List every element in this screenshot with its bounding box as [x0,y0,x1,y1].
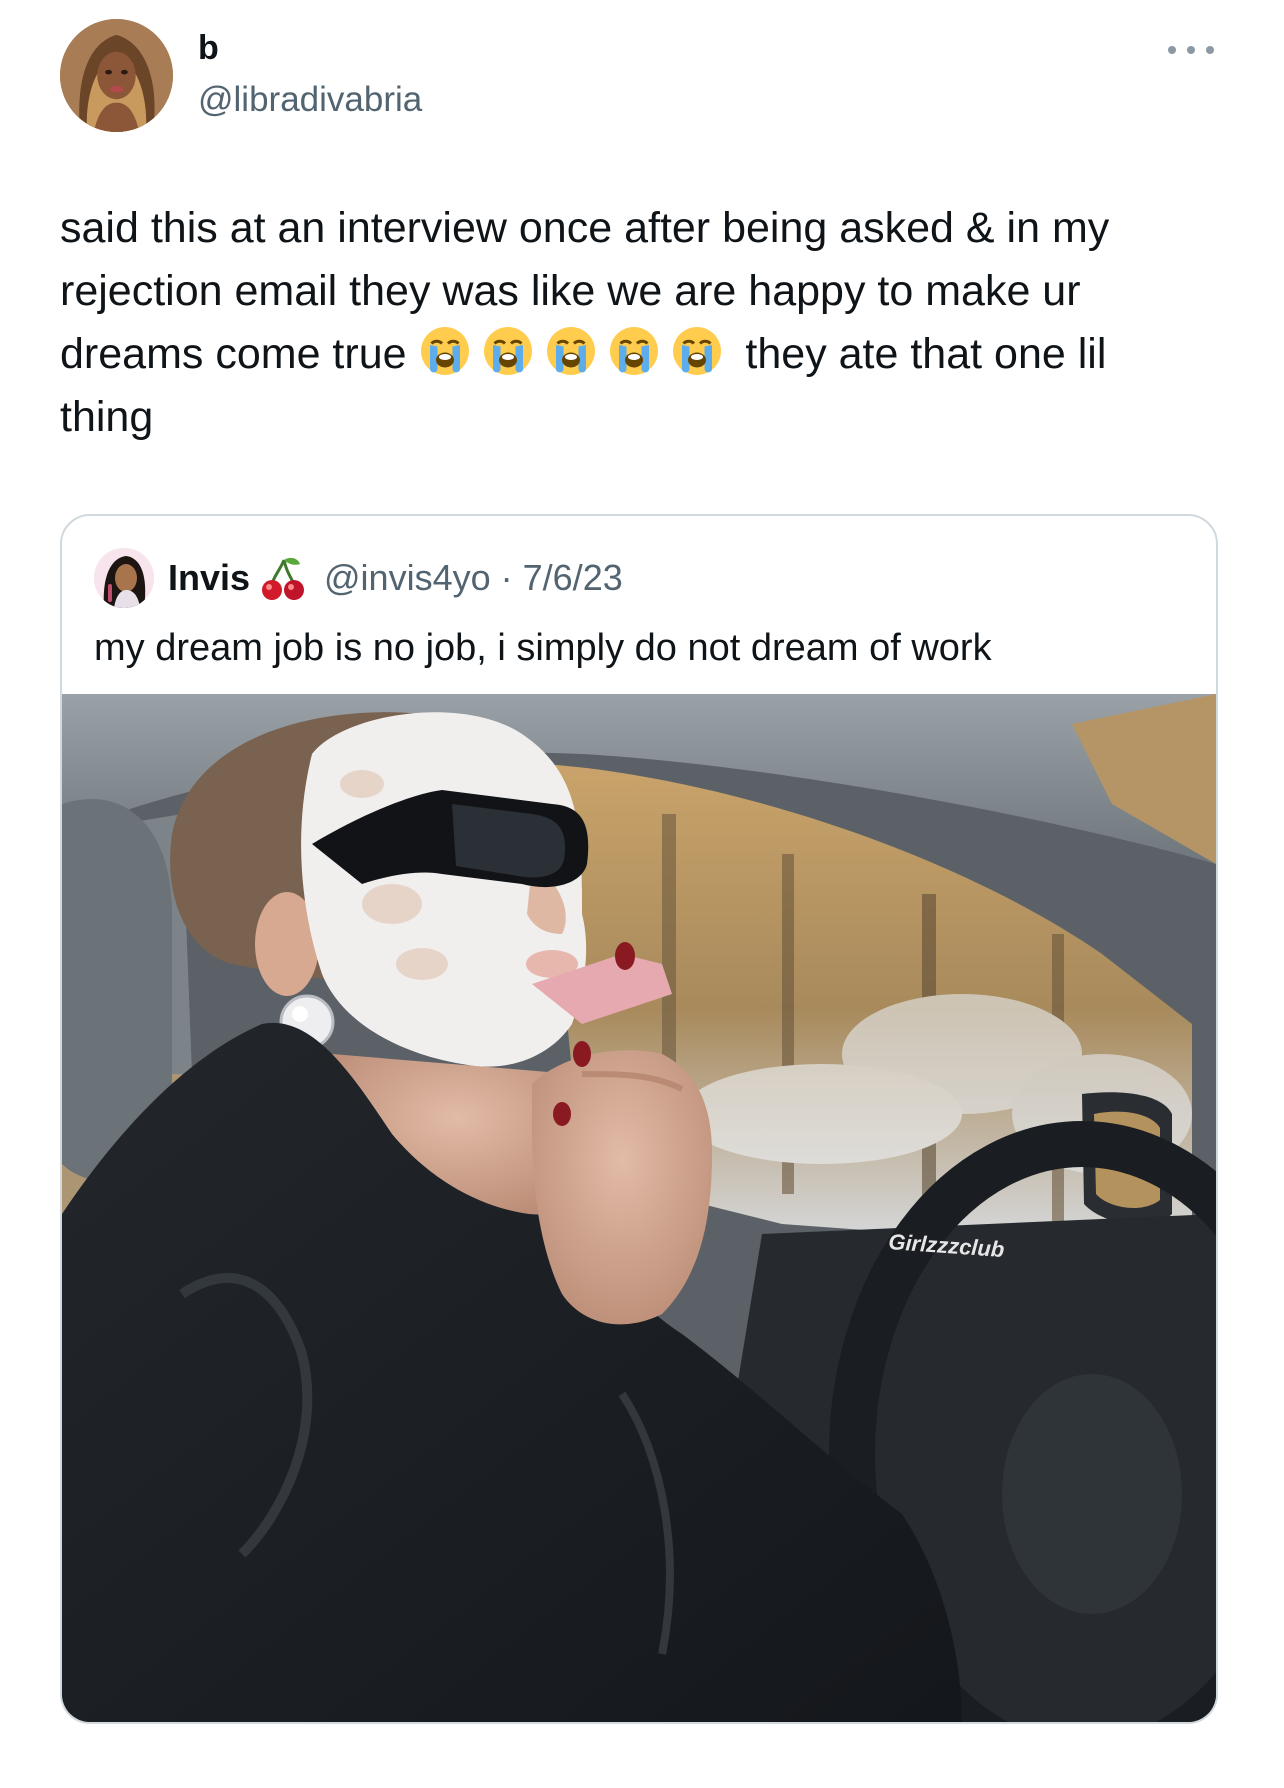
loudly-crying-face-icon [418,324,472,378]
more-dots-icon[interactable] [1168,38,1214,62]
quoted-tweet-card[interactable]: Invis @invis4yo · 7/6/23 my dream job is… [60,514,1218,1724]
quote-meta: @invis4yo · 7/6/23 [324,556,623,600]
quote-author-handle[interactable]: @invis4yo [324,557,491,598]
loudly-crying-face-icon [544,324,598,378]
author-avatar[interactable] [60,19,173,132]
author-display-name[interactable]: b [198,28,219,68]
dot [1206,46,1214,54]
author-handle[interactable]: @libradivabria [198,80,422,120]
profile-photo-icon [60,19,173,132]
dot [1168,46,1176,54]
quote-author-avatar[interactable] [94,548,154,608]
tweet-text: said this at an interview once after bei… [60,197,1190,449]
quote-author-display-name[interactable]: Invis [168,556,250,600]
car-selfie-photo: Girlzzzclub [62,694,1216,1722]
cherry-icon [262,557,304,600]
dot [1187,46,1195,54]
meta-separator: · [500,557,513,598]
loudly-crying-face-icon [607,324,661,378]
emoji-row [418,327,733,378]
loudly-crying-face-icon [481,324,535,378]
quote-date[interactable]: 7/6/23 [523,557,623,598]
cartoon-avatar-icon [94,548,154,608]
quote-photo[interactable]: Girlzzzclub [62,694,1216,1722]
loudly-crying-face-icon [670,324,724,378]
quote-text: my dream job is no job, i simply do not … [94,627,992,669]
